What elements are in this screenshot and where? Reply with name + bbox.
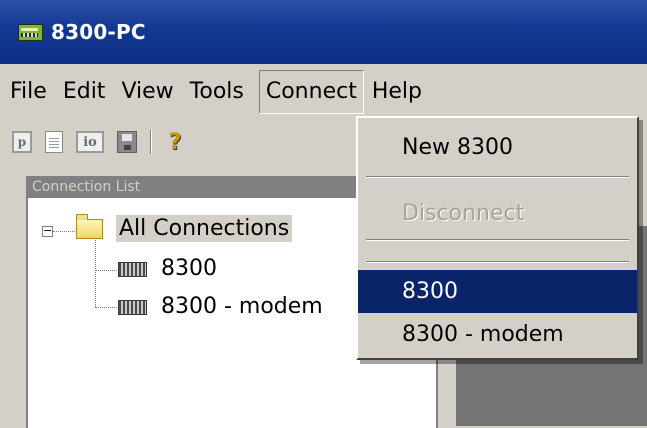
menu-bar: File Edit View Tools Connect Help: [0, 64, 647, 119]
device-icon: [118, 300, 147, 315]
help-icon[interactable]: ?: [165, 130, 185, 155]
menu-connect[interactable]: Connect: [258, 69, 364, 114]
menu-item-8300-modem[interactable]: 8300 - modem: [358, 315, 637, 355]
menu-item-disconnect: Disconnect: [402, 201, 525, 226]
p-icon[interactable]: p: [12, 131, 32, 153]
window-title: 8300-PC: [51, 20, 146, 44]
document-icon[interactable]: [45, 131, 63, 153]
title-bar: 8300-PC: [0, 0, 647, 64]
menu-separator: [366, 239, 629, 241]
app-icon: [18, 23, 43, 41]
collapse-toggle-icon[interactable]: −: [42, 225, 53, 237]
menu-item-8300[interactable]: 8300: [358, 270, 637, 313]
menu-item-new-8300[interactable]: New 8300: [358, 128, 637, 168]
menu-separator: [366, 176, 629, 178]
tree-line: [53, 231, 75, 232]
menu-tools[interactable]: Tools: [182, 70, 252, 114]
tree-line: [95, 240, 96, 307]
tree-item-8300-modem[interactable]: 8300 - modem: [161, 294, 323, 319]
io-icon[interactable]: io: [76, 131, 104, 153]
tree-line: [95, 270, 117, 271]
toolbar-separator: [150, 130, 152, 154]
menu-separator: [366, 261, 629, 263]
menu-edit[interactable]: Edit: [55, 70, 114, 114]
menu-help[interactable]: Help: [364, 70, 430, 114]
connect-dropdown-menu: New 8300 Disconnect 8300 8300 - modem: [356, 116, 639, 360]
tree-item-8300[interactable]: 8300: [161, 256, 217, 281]
menu-view[interactable]: View: [113, 70, 181, 114]
tree-item-all-connections[interactable]: All Connections: [116, 215, 293, 242]
tree-line: [95, 307, 117, 308]
device-icon: [118, 262, 147, 277]
save-icon[interactable]: [117, 131, 137, 153]
connection-list-header: Connection List: [26, 176, 356, 198]
menu-file[interactable]: File: [2, 70, 55, 114]
folder-icon: [76, 214, 103, 239]
